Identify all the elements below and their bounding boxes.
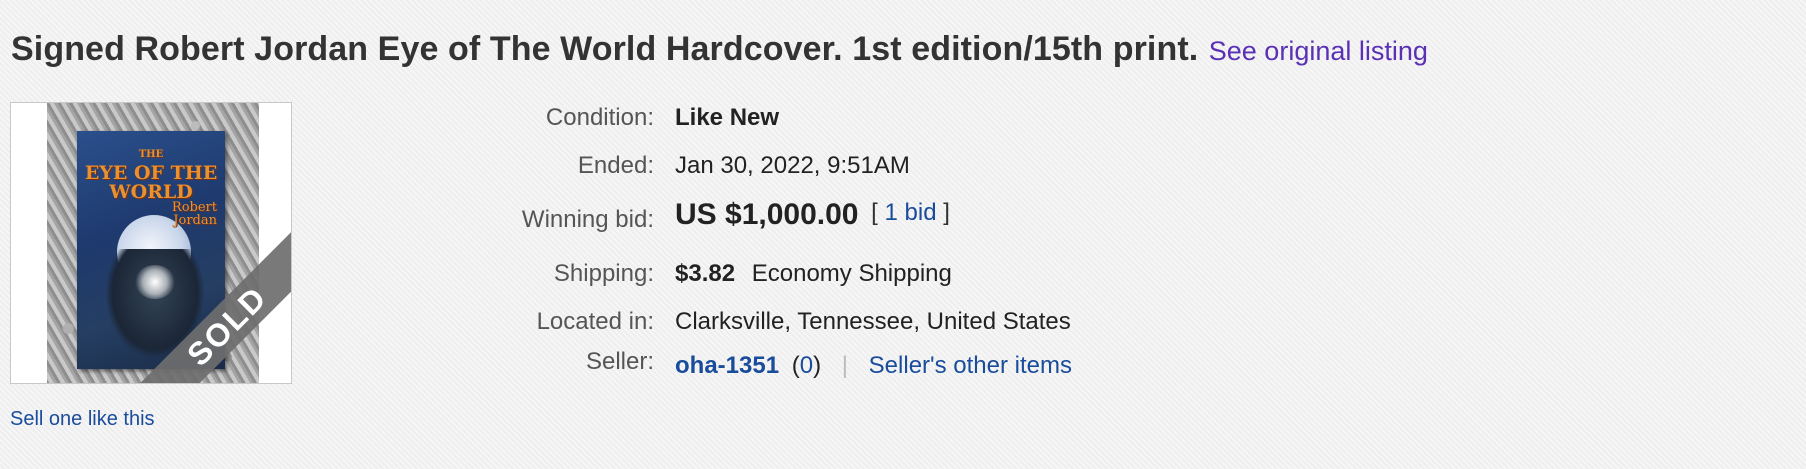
seller-feedback-link[interactable]: 0: [800, 352, 813, 379]
seller-name-link[interactable]: oha-1351: [675, 352, 779, 379]
bid-count-close: ]: [943, 199, 950, 226]
see-original-listing-link[interactable]: See original listing: [1209, 36, 1428, 66]
seller-divider: |: [841, 352, 848, 379]
winning-bid-label: Winning bid:: [521, 206, 654, 233]
seller-label: Seller:: [585, 348, 654, 375]
seller-feedback-open: (: [791, 352, 800, 379]
shipping-method: Economy Shipping: [751, 260, 952, 287]
seller-value: oha-1351 (0) | Seller's other items: [675, 352, 1072, 380]
sell-one-like-this-link[interactable]: Sell one like this: [10, 408, 155, 431]
ended-value: Jan 30, 2022, 9:51AM: [675, 152, 910, 180]
bid-count-open: [: [871, 199, 878, 226]
location-value: Clarksville, Tennessee, United States: [675, 308, 1071, 335]
listing-title: Signed Robert Jordan Eye of The World Ha…: [11, 30, 1199, 68]
item-thumbnail[interactable]: THE EYE OF THE WORLD Robert Jordan SOLD: [10, 102, 292, 384]
winning-bid-amount: US $1,000.00: [675, 198, 859, 231]
shipping-value: $3.82 Economy Shipping: [675, 260, 952, 288]
ended-date: Jan 30, 2022: [675, 152, 814, 179]
shipping-label: Shipping:: [553, 260, 654, 287]
location-label: Located in:: [536, 308, 654, 335]
condition-label: Condition:: [545, 104, 654, 131]
seller-other-items-link[interactable]: Seller's other items: [869, 352, 1072, 379]
ended-time: 9:51AM: [827, 152, 910, 179]
winning-bid-value: US $1,000.00 [ 1 bid ]: [675, 198, 950, 232]
ended-label: Ended:: [577, 152, 654, 179]
condition-value: Like New: [675, 104, 780, 131]
shipping-cost: $3.82: [675, 260, 736, 287]
bid-count-link[interactable]: 1 bid: [885, 199, 937, 226]
ended-separator: ,: [813, 152, 821, 179]
title-row: Signed Robert Jordan Eye of The World Ha…: [11, 30, 1428, 69]
seller-feedback-close: ): [813, 352, 822, 379]
